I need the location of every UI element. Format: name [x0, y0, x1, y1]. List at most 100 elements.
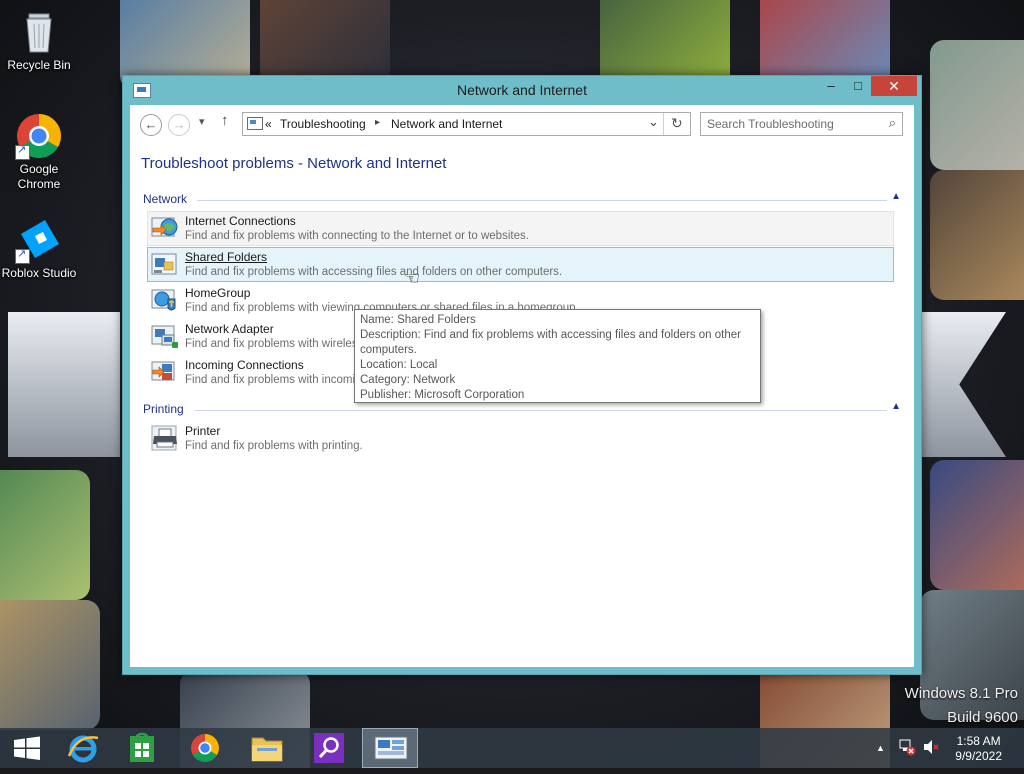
window-client-area: ← → ▾ ↑ « Troubleshooting ▸ Network and … — [130, 105, 914, 667]
chrome-icon — [191, 734, 219, 762]
wallpaper-tile — [930, 40, 1024, 170]
search-icon[interactable]: ⌕ — [889, 115, 896, 131]
shared-folders-icon — [150, 250, 180, 278]
task-description: Find and fix problems with printing. — [185, 440, 363, 452]
wallpaper-tile — [930, 460, 1024, 590]
breadcrumb-troubleshooting[interactable]: Troubleshooting — [280, 117, 366, 131]
group-header-network[interactable]: Network ▲ — [143, 191, 901, 208]
taskbar-file-explorer[interactable] — [239, 728, 295, 768]
internet-connections-icon — [150, 214, 180, 242]
search-app-icon — [314, 733, 344, 763]
start-button[interactable] — [0, 728, 56, 768]
address-bar[interactable]: « Troubleshooting ▸ Network and Internet… — [242, 112, 691, 136]
wallpaper-tile — [930, 170, 1024, 300]
desktop-icon-label: Recycle Bin — [7, 58, 71, 72]
wallpaper-tile — [0, 600, 100, 730]
wallpaper-logo-fragment — [8, 312, 120, 457]
shortcut-arrow-icon — [15, 143, 30, 160]
tooltip-location: Location: Local — [360, 359, 438, 371]
wallpaper-tile — [0, 470, 90, 600]
desktop-icon-roblox-studio[interactable]: Roblox Studio — [1, 216, 77, 281]
task-description: Find and fix problems with accessing fil… — [185, 266, 563, 278]
tooltip-category: Category: Network — [360, 374, 456, 386]
printer-icon — [150, 424, 180, 452]
desktop-icon-label: Chrome — [17, 177, 61, 191]
recycle-bin-icon — [15, 8, 63, 56]
close-button[interactable]: ✕ — [871, 76, 917, 96]
homegroup-icon — [150, 286, 180, 314]
control-panel-icon — [374, 736, 408, 760]
task-printer[interactable]: Printer Find and fix problems with print… — [147, 421, 894, 456]
back-button[interactable]: ← — [140, 114, 162, 136]
clock-time: 1:58 AM — [956, 734, 1001, 748]
tooltip-name: Name: Shared Folders — [360, 314, 476, 326]
up-button[interactable]: ↑ — [221, 112, 229, 129]
volume-muted-icon[interactable] — [922, 738, 940, 759]
search-box[interactable]: Search Troubleshooting ⌕ — [700, 112, 903, 136]
task-name[interactable]: Incoming Connections — [185, 358, 304, 372]
collapse-chevron-icon[interactable]: ▲ — [891, 401, 901, 412]
task-name[interactable]: Printer — [185, 424, 220, 438]
incoming-connections-icon — [150, 358, 180, 386]
internet-explorer-icon — [67, 735, 99, 763]
task-name[interactable]: Shared Folders — [185, 250, 267, 264]
search-input[interactable]: Search Troubleshooting — [707, 117, 834, 131]
desktop-icon-google-chrome[interactable]: Google Chrome — [1, 112, 77, 192]
forward-button[interactable]: → — [168, 114, 190, 136]
group-header-printing[interactable]: Printing ▲ — [143, 401, 901, 418]
control-panel-location-icon — [247, 117, 263, 130]
network-adapter-icon — [150, 322, 180, 350]
wallpaper-logo-fragment — [921, 312, 1006, 457]
recent-locations-button[interactable]: ▾ — [199, 115, 205, 128]
breadcrumb-network-and-internet[interactable]: Network and Internet — [391, 117, 502, 131]
collapse-chevron-icon[interactable]: ▲ — [891, 191, 901, 202]
tooltip-publisher: Publisher: Microsoft Corporation — [360, 389, 525, 401]
shortcut-arrow-icon — [15, 247, 30, 264]
minimize-button[interactable]: – — [817, 76, 845, 96]
desktop-icon-recycle-bin[interactable]: Recycle Bin — [1, 8, 77, 73]
show-hidden-icons-button[interactable]: ▲ — [876, 743, 885, 753]
breadcrumb-separator-icon[interactable]: ▸ — [375, 117, 380, 128]
taskbar: ▲ 1:58 AM 9/9/2022 — [0, 728, 1024, 768]
task-internet-connections[interactable]: Internet Connections Find and fix proble… — [147, 211, 894, 246]
task-name[interactable]: Network Adapter — [185, 322, 274, 336]
task-name[interactable]: Internet Connections — [185, 214, 296, 228]
task-tooltip: Name: Shared Folders Description: Find a… — [354, 309, 761, 403]
control-panel-window: Network and Internet – □ ✕ ← → ▾ ↑ « Tro… — [122, 75, 922, 675]
store-icon — [130, 732, 154, 762]
desktop-icon-label: Roblox Studio — [1, 266, 77, 280]
taskbar-chrome[interactable] — [177, 728, 233, 768]
page-title: Troubleshoot problems - Network and Inte… — [141, 155, 447, 172]
window-titlebar[interactable]: Network and Internet – □ ✕ — [123, 76, 921, 105]
taskbar-control-panel[interactable] — [362, 728, 418, 768]
clock-date: 9/9/2022 — [955, 749, 1002, 763]
folder-icon — [251, 737, 283, 762]
windows-logo-icon — [14, 736, 40, 760]
hand-cursor-icon: ☜ — [404, 268, 421, 288]
task-shared-folders[interactable]: Shared Folders Find and fix problems wit… — [147, 247, 894, 282]
chrome-icon — [15, 112, 63, 160]
group-divider — [197, 200, 887, 201]
group-divider — [195, 410, 887, 411]
os-build-watermark: Build 9600 — [947, 709, 1018, 726]
breadcrumb-overflow[interactable]: « — [265, 117, 272, 131]
desktop-icon-label: Google — [19, 162, 59, 176]
address-divider — [663, 113, 664, 135]
maximize-button[interactable]: □ — [844, 76, 872, 96]
group-title: Printing — [143, 402, 184, 416]
os-edition-watermark: Windows 8.1 Pro — [904, 685, 1018, 702]
window-title: Network and Internet — [457, 82, 587, 98]
task-name[interactable]: HomeGroup — [185, 286, 250, 300]
taskbar-store[interactable] — [114, 728, 170, 768]
system-clock[interactable]: 1:58 AM 9/9/2022 — [955, 734, 1002, 764]
roblox-studio-icon — [15, 216, 63, 264]
network-error-icon[interactable] — [898, 738, 916, 759]
group-title: Network — [143, 192, 188, 206]
tooltip-description: Description: Find and fix problems with … — [360, 329, 741, 341]
task-description: Find and fix problems with connecting to… — [185, 230, 529, 242]
refresh-button[interactable]: ↻ — [671, 115, 683, 132]
taskbar-search-app[interactable] — [301, 728, 357, 768]
tooltip-description-continued: computers. — [360, 344, 417, 356]
address-dropdown-button[interactable]: ⌄ — [648, 114, 659, 130]
taskbar-internet-explorer[interactable] — [56, 728, 112, 768]
